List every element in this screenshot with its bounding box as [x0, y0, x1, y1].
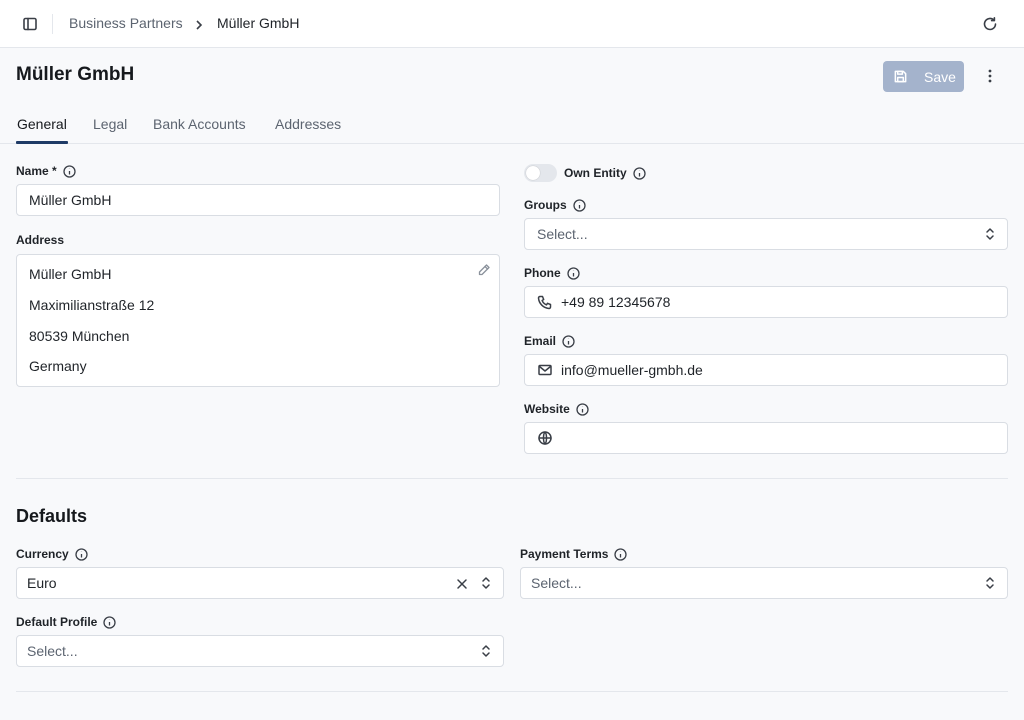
info-icon[interactable] — [633, 166, 646, 180]
save-button[interactable]: Save — [883, 61, 964, 92]
info-icon[interactable] — [614, 547, 628, 561]
name-label-text: Name * — [16, 164, 57, 178]
email-label-text: Email — [524, 334, 557, 348]
phone-value: +49 89 12345678 — [561, 294, 671, 310]
default-profile-label-text: Default Profile — [16, 615, 98, 629]
info-icon[interactable] — [75, 547, 88, 561]
chevron-right-icon — [194, 18, 204, 30]
default-profile-label: Default Profile — [16, 615, 117, 629]
info-icon[interactable] — [103, 615, 117, 629]
phone-label: Phone — [524, 266, 580, 280]
sidebar-toggle-icon[interactable] — [16, 10, 44, 38]
address-line: Germany — [29, 358, 87, 374]
refresh-icon[interactable] — [976, 10, 1004, 38]
tab-bar: General Legal Bank Accounts Addresses — [0, 104, 1024, 144]
address-field[interactable]: Müller GmbH Maximilianstraße 12 80539 Mü… — [16, 254, 500, 387]
address-line: Müller GmbH — [29, 266, 112, 282]
globe-icon — [537, 430, 553, 446]
default-profile-select[interactable]: Select... — [16, 635, 504, 667]
tab-legal[interactable]: Legal — [93, 116, 127, 132]
email-value: info@mueller-gmbh.de — [561, 362, 703, 378]
save-label: Save — [924, 68, 956, 85]
payment-terms-label-text: Payment Terms — [520, 547, 609, 561]
chevron-up-down-icon — [481, 644, 491, 658]
phone-label-text: Phone — [524, 266, 561, 280]
own-entity-label: Own Entity — [564, 166, 646, 180]
currency-label: Currency — [16, 547, 88, 561]
groups-select[interactable]: Select... — [524, 218, 1008, 250]
default-profile-placeholder: Select... — [27, 643, 78, 659]
chevron-up-down-icon — [985, 576, 995, 590]
phone-icon — [537, 294, 553, 310]
phone-input[interactable]: +49 89 12345678 — [524, 286, 1008, 318]
email-label: Email — [524, 334, 575, 348]
name-value: Müller GmbH — [29, 192, 112, 208]
name-label: Name * — [16, 164, 76, 178]
groups-label-text: Groups — [524, 198, 567, 212]
currency-select[interactable]: Euro — [16, 567, 504, 599]
website-label: Website — [524, 402, 589, 416]
groups-label: Groups — [524, 198, 586, 212]
breadcrumb-parent[interactable]: Business Partners — [69, 15, 183, 31]
info-icon[interactable] — [63, 164, 76, 178]
tab-addresses[interactable]: Addresses — [275, 116, 341, 132]
breadcrumb-current: Müller GmbH — [217, 15, 300, 31]
own-entity-label-text: Own Entity — [564, 166, 627, 180]
name-input[interactable]: Müller GmbH — [16, 184, 500, 216]
address-line: Maximilianstraße 12 — [29, 297, 155, 313]
top-bar: Business Partners Müller GmbH — [0, 0, 1024, 48]
payment-terms-select[interactable]: Select... — [520, 567, 1008, 599]
currency-value: Euro — [27, 575, 57, 591]
info-icon[interactable] — [573, 198, 586, 212]
pencil-icon[interactable] — [477, 263, 491, 277]
more-options-icon[interactable] — [976, 62, 1004, 90]
chevron-up-down-icon — [481, 576, 491, 590]
info-icon[interactable] — [567, 266, 580, 280]
payment-terms-label: Payment Terms — [520, 547, 628, 561]
divider — [52, 14, 53, 34]
currency-label-text: Currency — [16, 547, 69, 561]
address-label: Address — [16, 233, 64, 247]
toggle-knob — [526, 166, 540, 180]
website-input[interactable] — [524, 422, 1008, 454]
tab-general[interactable]: General — [17, 116, 67, 132]
close-icon[interactable] — [456, 577, 468, 589]
save-icon — [894, 70, 907, 83]
payment-terms-placeholder: Select... — [531, 575, 582, 591]
page-title: Müller GmbH — [16, 64, 135, 85]
info-icon[interactable] — [576, 402, 589, 416]
mail-icon — [537, 362, 553, 378]
website-label-text: Website — [524, 402, 570, 416]
info-icon[interactable] — [562, 334, 575, 348]
address-line: 80539 München — [29, 328, 130, 344]
own-entity-toggle[interactable] — [524, 164, 557, 182]
chevron-up-down-icon — [985, 227, 995, 241]
active-tab-indicator — [16, 141, 68, 144]
groups-placeholder: Select... — [537, 226, 588, 242]
section-divider — [16, 478, 1008, 479]
email-input[interactable]: info@mueller-gmbh.de — [524, 354, 1008, 386]
tab-bank-accounts[interactable]: Bank Accounts — [153, 116, 246, 132]
address-label-text: Address — [16, 233, 65, 247]
section-divider — [16, 691, 1008, 692]
defaults-title: Defaults — [16, 506, 88, 526]
